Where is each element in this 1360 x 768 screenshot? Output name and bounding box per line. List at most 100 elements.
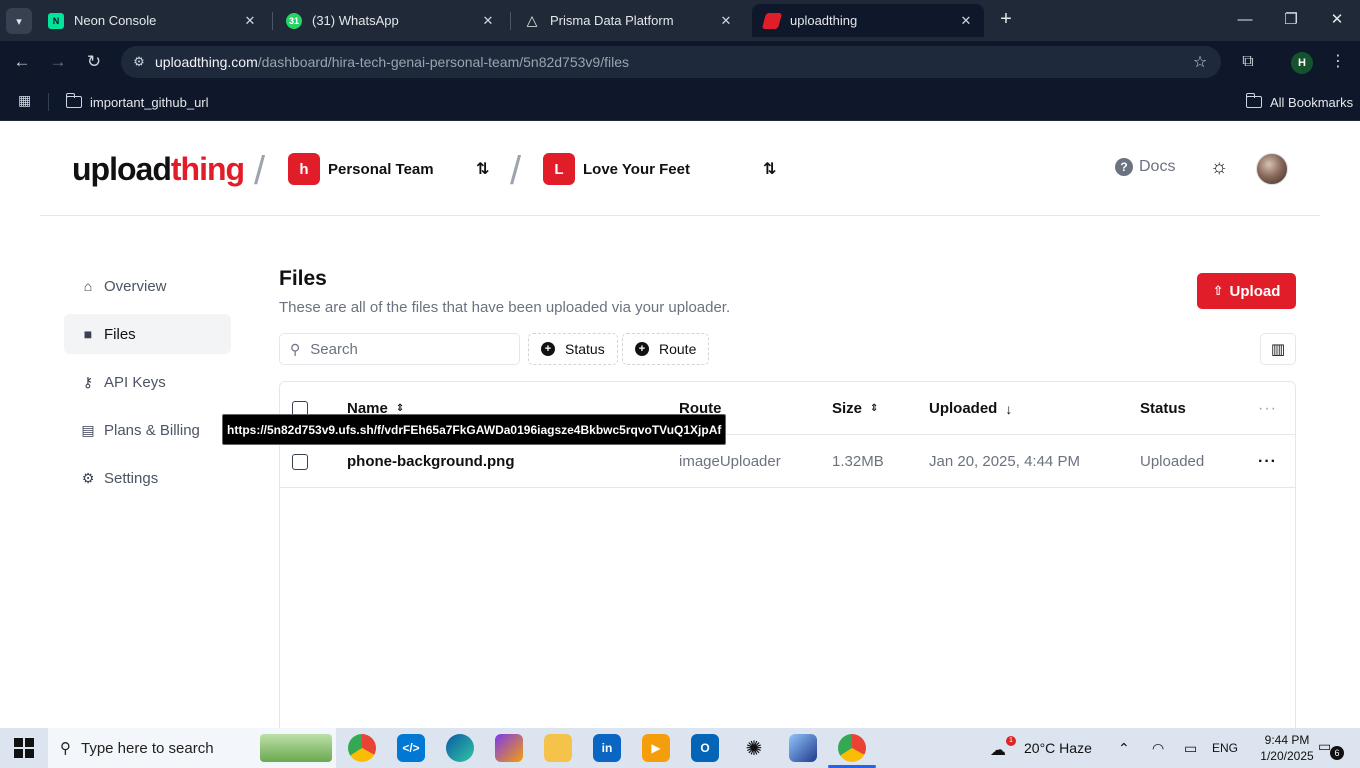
minimize-icon[interactable]: — — [1230, 8, 1260, 32]
url-text[interactable]: uploadthing.com/dashboard/hira-tech-gena… — [155, 54, 1185, 70]
file-size: 1.32MB — [832, 453, 884, 470]
system-clock[interactable]: 9:44 PM 1/20/2025 — [1252, 732, 1322, 764]
forward-arrow-icon[interactable]: → — [46, 50, 70, 74]
sort-toggle-icon: ⇕ — [395, 403, 405, 414]
extensions-puzzle-icon[interactable]: ⧉ — [1236, 50, 1260, 74]
site-info-icon[interactable]: ⚙ — [123, 54, 155, 70]
plus-circle-icon: + — [541, 342, 555, 356]
team-switch-arrows-icon[interactable]: ⇅ — [476, 159, 489, 179]
theme-toggle-sun-icon[interactable]: ☼ — [1210, 156, 1228, 179]
close-window-icon[interactable]: ✕ — [1322, 8, 1352, 32]
sidebar-item-label: Files — [104, 325, 136, 343]
sidebar-item-overview[interactable]: ⌂ Overview — [64, 266, 231, 306]
tab-prisma[interactable]: △ Prisma Data Platform ✕ — [512, 4, 744, 37]
search-icon: ⚲ — [60, 740, 71, 757]
tab-title: (31) WhatsApp — [312, 13, 399, 28]
route-filter-button[interactable]: + Route — [622, 333, 710, 365]
sidebar-item-label: Settings — [104, 469, 159, 487]
battery-icon[interactable]: ▭ — [1184, 740, 1197, 757]
edge-app-icon[interactable] — [446, 734, 474, 762]
close-tab-icon[interactable]: ✕ — [240, 13, 260, 29]
taskbar-search-placeholder: Type here to search — [81, 739, 214, 757]
back-arrow-icon[interactable]: ← — [10, 50, 34, 74]
uploadthing-logo[interactable]: uploadthing — [72, 151, 245, 188]
restore-icon[interactable]: ❐ — [1276, 8, 1306, 32]
sidebar-item-plans-billing[interactable]: ▤ Plans & Billing — [64, 410, 231, 450]
sidebar-item-settings[interactable]: ⚙ Settings — [64, 458, 231, 498]
bookmark-star-icon[interactable]: ☆ — [1185, 52, 1215, 72]
page-title: Files — [279, 267, 327, 290]
home-icon: ⌂ — [83, 278, 93, 294]
clock-date: 1/20/2025 — [1260, 749, 1314, 763]
tab-uploadthing[interactable]: uploadthing ✕ — [752, 4, 984, 37]
language-indicator[interactable]: ENG — [1212, 741, 1238, 755]
sidebar-item-files[interactable]: ■ Files — [64, 314, 231, 354]
weather-text[interactable]: 20°C Haze — [1024, 740, 1092, 756]
chrome-profile-app-icon[interactable] — [828, 734, 876, 768]
all-bookmarks-button[interactable]: All Bookmarks — [1245, 92, 1353, 112]
uploadthing-favicon-icon — [761, 12, 783, 29]
close-tab-icon[interactable]: ✕ — [956, 13, 976, 29]
windows-start-icon[interactable] — [14, 738, 34, 758]
user-avatar[interactable] — [1256, 153, 1288, 185]
upload-button[interactable]: ⇧ Upload — [1197, 273, 1296, 309]
notification-center[interactable]: ▭ 6 — [1318, 738, 1344, 760]
browser-profile-avatar[interactable]: H — [1291, 52, 1313, 74]
weather-alert-badge: 1 — [1006, 736, 1016, 746]
notepad-app-icon[interactable] — [789, 734, 817, 762]
tab-title: Neon Console — [74, 13, 157, 28]
columns-toggle-icon[interactable]: ▥ — [1260, 333, 1296, 365]
folder-icon: ■ — [83, 326, 93, 342]
column-header-uploaded[interactable]: Uploaded ↓ — [929, 382, 1012, 435]
chatgpt-app-icon[interactable]: ✺ — [740, 734, 768, 762]
bookmark-divider — [48, 93, 49, 111]
apps-grid-icon[interactable]: ▦ — [18, 92, 36, 110]
row-checkbox[interactable] — [292, 453, 308, 470]
close-tab-icon[interactable]: ✕ — [478, 13, 498, 29]
chevron-up-icon[interactable]: ⌃ — [1118, 740, 1130, 757]
tab-whatsapp[interactable]: 31 (31) WhatsApp ✕ — [274, 4, 506, 37]
app-name: Love Your Feet — [583, 160, 690, 178]
docs-link[interactable]: ? Docs — [1115, 158, 1175, 176]
tab-divider — [272, 12, 273, 30]
header-more-options[interactable]: ··· — [1258, 382, 1277, 435]
folder-icon — [65, 93, 82, 108]
file-explorer-icon[interactable] — [544, 734, 572, 762]
new-tab-plus-icon[interactable]: + — [994, 8, 1018, 32]
key-icon: ⚷ — [82, 373, 94, 390]
chrome-app-icon[interactable] — [348, 734, 376, 762]
wifi-icon[interactable]: ◠ — [1152, 740, 1164, 757]
search-box[interactable]: ⚲ — [279, 333, 520, 365]
team-name: Personal Team — [328, 160, 434, 178]
column-label: Size — [832, 400, 863, 417]
sidebar-item-api-keys[interactable]: ⚷ API Keys — [64, 362, 231, 402]
search-input[interactable] — [310, 340, 491, 358]
status-filter-button[interactable]: + Status — [528, 333, 618, 365]
bookmark-important-github-url[interactable]: important_github_url — [65, 92, 209, 112]
sort-toggle-icon: ⇕ — [870, 403, 879, 414]
logo-main: upload — [72, 151, 172, 187]
reload-icon[interactable]: ↻ — [82, 50, 106, 74]
page-subtitle: These are all of the files that have bee… — [279, 299, 731, 316]
taskbar-search-box[interactable]: ⚲ Type here to search — [48, 728, 336, 768]
app-switch-arrows-icon[interactable]: ⇅ — [763, 159, 776, 179]
bookmark-label: important_github_url — [90, 94, 209, 110]
file-uploaded-date: Jan 20, 2025, 4:44 PM — [929, 453, 1080, 470]
column-header-status[interactable]: Status — [1140, 382, 1186, 435]
team-selector[interactable]: h Personal Team — [288, 153, 434, 185]
vscode-app-icon[interactable]: </> — [397, 734, 425, 762]
row-actions-button[interactable]: ··· — [1258, 435, 1277, 488]
close-tab-icon[interactable]: ✕ — [716, 13, 736, 29]
weather-icon[interactable]: ☁ — [990, 740, 1006, 760]
address-bar[interactable]: ⚙ uploadthing.com/dashboard/hira-tech-ge… — [121, 46, 1221, 78]
copilot-app-icon[interactable] — [495, 734, 523, 762]
column-header-size[interactable]: Size ⇕ — [832, 382, 878, 435]
app-selector[interactable]: L Love Your Feet — [543, 153, 690, 185]
tab-search-icon[interactable]: ▾ — [6, 8, 32, 34]
media-player-icon[interactable]: ▶ — [642, 734, 670, 762]
browser-menu-icon[interactable]: ⋮ — [1326, 50, 1350, 74]
tab-neon-console[interactable]: N Neon Console ✕ — [36, 4, 268, 37]
linkedin-app-icon[interactable]: in — [593, 734, 621, 762]
tab-title: Prisma Data Platform — [550, 13, 674, 28]
outlook-app-icon[interactable]: O — [691, 734, 719, 762]
